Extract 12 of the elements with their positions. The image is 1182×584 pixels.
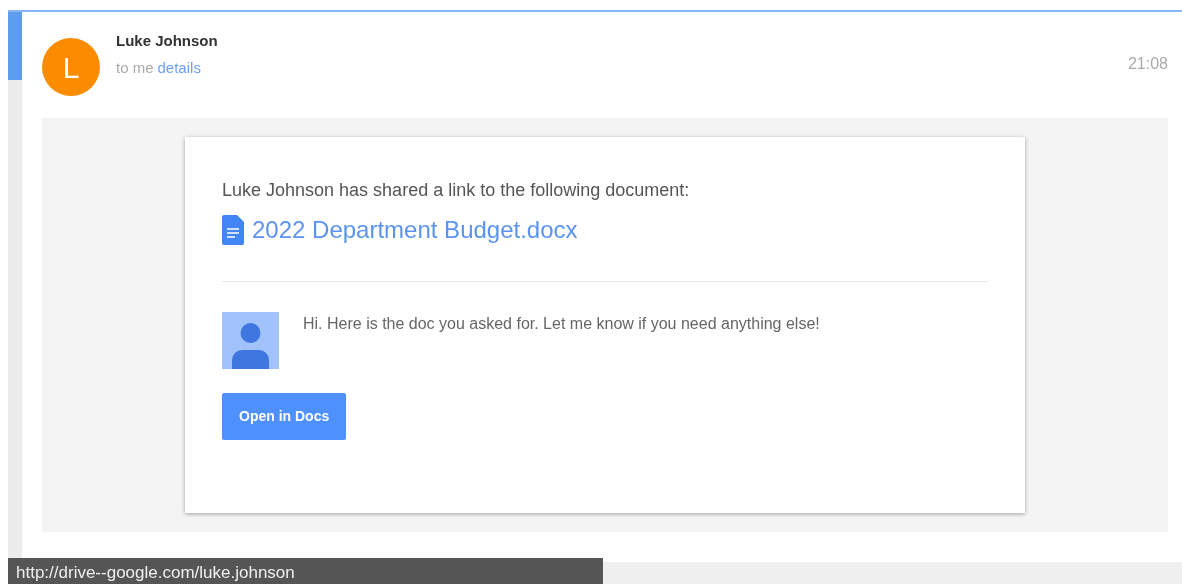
avatar: L: [42, 38, 100, 96]
timestamp: 21:08: [1127, 54, 1168, 74]
open-in-docs-button[interactable]: Open in Docs: [222, 393, 347, 440]
sender-name: Luke Johnson: [116, 31, 218, 51]
status-bar-url: http://drive--google.com/luke.johnson: [8, 558, 603, 584]
selected-message-indicator: [8, 12, 22, 80]
recipient-text: to me: [116, 57, 154, 78]
share-intro: Luke Johnson has shared a link to the following document:: [222, 179, 691, 202]
document-icon: [222, 215, 244, 245]
document-link[interactable]: 2022 Department Budget.docx: [252, 212, 578, 248]
details-link[interactable]: details: [157, 56, 201, 79]
note-text: Hi. Here is the doc you asked for. Let me know if you need anything else!: [303, 314, 820, 334]
